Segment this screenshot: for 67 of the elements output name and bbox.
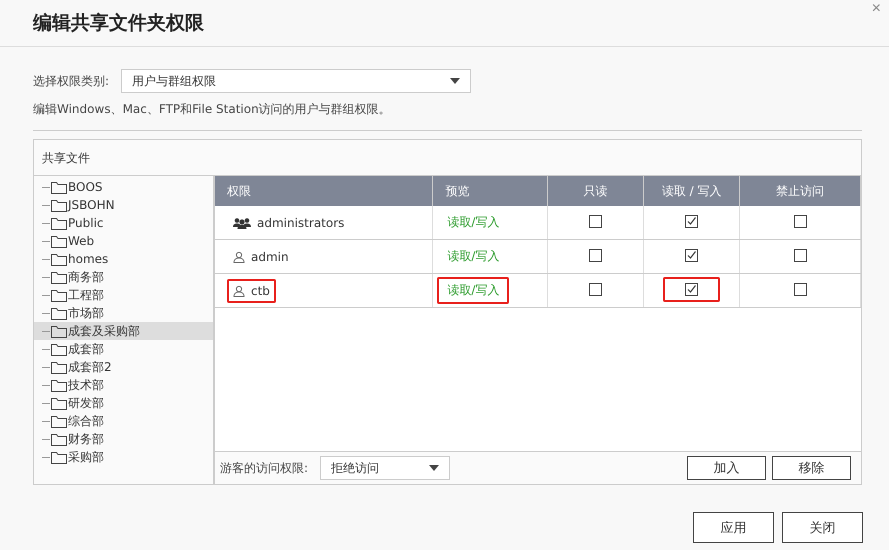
- user-icon: [233, 250, 245, 262]
- folder-item[interactable]: homes: [34, 250, 213, 268]
- folder-icon: [51, 180, 67, 194]
- permission-type-dropdown[interactable]: 用户与群组权限: [121, 69, 472, 93]
- group-icon: [233, 216, 251, 228]
- dropdown-caret-icon: [429, 465, 440, 471]
- folder-icon: [51, 234, 67, 248]
- preview-text: 读取/写入: [446, 248, 500, 265]
- checkbox[interactable]: [685, 214, 698, 228]
- checkbox[interactable]: [685, 248, 698, 262]
- checkbox[interactable]: [794, 248, 807, 262]
- folder-item[interactable]: 技术部: [34, 376, 213, 394]
- guest-access-dropdown[interactable]: 拒绝访问: [320, 456, 450, 480]
- checkbox[interactable]: [589, 214, 602, 228]
- checkbox[interactable]: [794, 282, 807, 296]
- folder-item[interactable]: BOOS: [34, 178, 213, 196]
- folder-item[interactable]: 财务部: [34, 430, 213, 448]
- field-label: 选择权限类别:: [33, 72, 110, 90]
- folder-item[interactable]: 成套及采购部: [34, 322, 213, 340]
- folder-icon: [51, 288, 67, 302]
- folder-icon: [51, 198, 67, 212]
- folder-item[interactable]: 市场部: [34, 304, 213, 322]
- checkbox[interactable]: [685, 282, 698, 296]
- folder-icon: [51, 432, 67, 446]
- folder-icon: [51, 414, 67, 428]
- folder-item[interactable]: 研发部: [34, 394, 213, 412]
- dialog-button[interactable]: 应用: [693, 512, 774, 543]
- folder-icon: [51, 342, 67, 356]
- dialog-button[interactable]: 关闭: [782, 512, 863, 543]
- folder-icon: [51, 450, 67, 464]
- table-action-button[interactable]: 加入: [687, 456, 766, 480]
- folder-icon: [51, 396, 67, 410]
- folder-item[interactable]: 成套部: [34, 340, 213, 358]
- column-header: 禁止访问: [740, 176, 860, 206]
- user-name: admin: [227, 244, 295, 268]
- window-title: 编辑共享文件夹权限: [33, 11, 204, 36]
- folder-item[interactable]: JSBOHN: [34, 196, 213, 214]
- folder-item[interactable]: 工程部: [34, 286, 213, 304]
- folder-icon: [51, 306, 67, 320]
- column-header: 读取 / 写入: [644, 176, 740, 206]
- user-icon: [233, 284, 245, 296]
- field-label: 游客的访问权限:: [220, 460, 308, 476]
- dropdown-caret-icon: [450, 78, 460, 84]
- folder-item[interactable]: Public: [34, 214, 213, 232]
- column-header: 预览: [432, 176, 548, 206]
- folder-icon: [51, 216, 67, 230]
- preview-text: 读取/写入: [437, 277, 510, 304]
- column-header: 权限: [215, 176, 433, 206]
- checkbox[interactable]: [589, 248, 602, 262]
- folder-icon: [51, 360, 67, 374]
- folder-item[interactable]: 商务部: [34, 268, 213, 286]
- checkbox[interactable]: [794, 214, 807, 228]
- folder-icon: [51, 324, 67, 338]
- column-header: 只读: [548, 176, 644, 206]
- folder-icon: [51, 270, 67, 284]
- user-name: ctb: [227, 278, 276, 302]
- folder-icon: [51, 378, 67, 392]
- folder-item[interactable]: 采购部: [34, 448, 213, 466]
- user-name: administrators: [227, 210, 350, 234]
- table-action-button[interactable]: 移除: [772, 456, 851, 480]
- folder-icon: [51, 252, 67, 266]
- checkbox[interactable]: [589, 282, 602, 296]
- description-text: 编辑Windows、Mac、FTP和File Station访问的用户与群组权限。: [33, 101, 862, 131]
- preview-text: 读取/写入: [446, 214, 500, 231]
- folder-item[interactable]: 成套部2: [34, 358, 213, 376]
- folder-item[interactable]: Web: [34, 232, 213, 250]
- folder-item[interactable]: 综合部: [34, 412, 213, 430]
